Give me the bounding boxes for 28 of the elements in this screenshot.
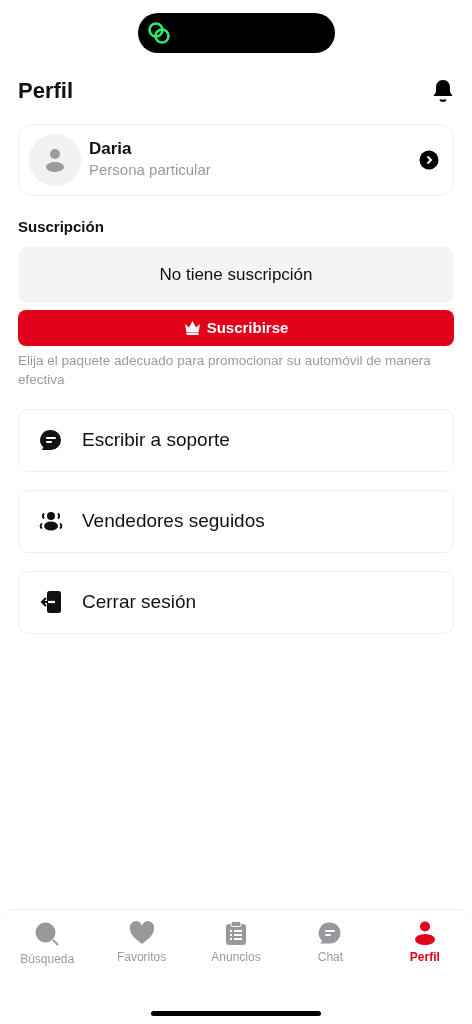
people-icon <box>39 510 63 533</box>
subscription-status: No tiene suscripción <box>18 246 454 303</box>
tab[interactable]: Favoritos <box>94 918 189 1011</box>
menu-item[interactable]: Cerrar sesión <box>18 570 454 634</box>
clipboard-icon <box>225 921 247 945</box>
logout-icon <box>39 590 63 615</box>
profile-card[interactable]: Daria Persona particular <box>18 124 454 197</box>
person-icon <box>413 921 436 945</box>
crown-icon <box>183 320 201 336</box>
chat-bubble-icon <box>39 428 63 453</box>
chat-bubble-icon <box>318 921 343 945</box>
page-title: Perfil <box>18 78 74 105</box>
section-heading: Suscripción <box>18 217 105 238</box>
hint-text: Elija el paquete adecuado para promocionar su automóvil de manera efectiva <box>18 351 432 389</box>
heart-icon <box>128 921 155 945</box>
search-icon <box>34 921 61 947</box>
tab[interactable]: Búsqueda <box>0 918 95 1011</box>
tab[interactable]: Chat <box>283 918 378 1011</box>
account-type: Persona particular <box>89 160 212 181</box>
subscribe-button[interactable]: Suscribirse <box>18 309 454 346</box>
tab[interactable]: Perfil <box>377 918 472 1011</box>
link-icon <box>145 20 172 46</box>
tab[interactable]: Anuncios <box>188 918 284 1011</box>
menu-item[interactable]: Vendedores seguidos <box>18 489 454 553</box>
user-name: Daria <box>89 138 133 160</box>
chevron-icon <box>419 150 439 171</box>
menu-item[interactable]: Escribir a soporte <box>18 408 454 472</box>
bell-icon[interactable] <box>432 79 454 104</box>
